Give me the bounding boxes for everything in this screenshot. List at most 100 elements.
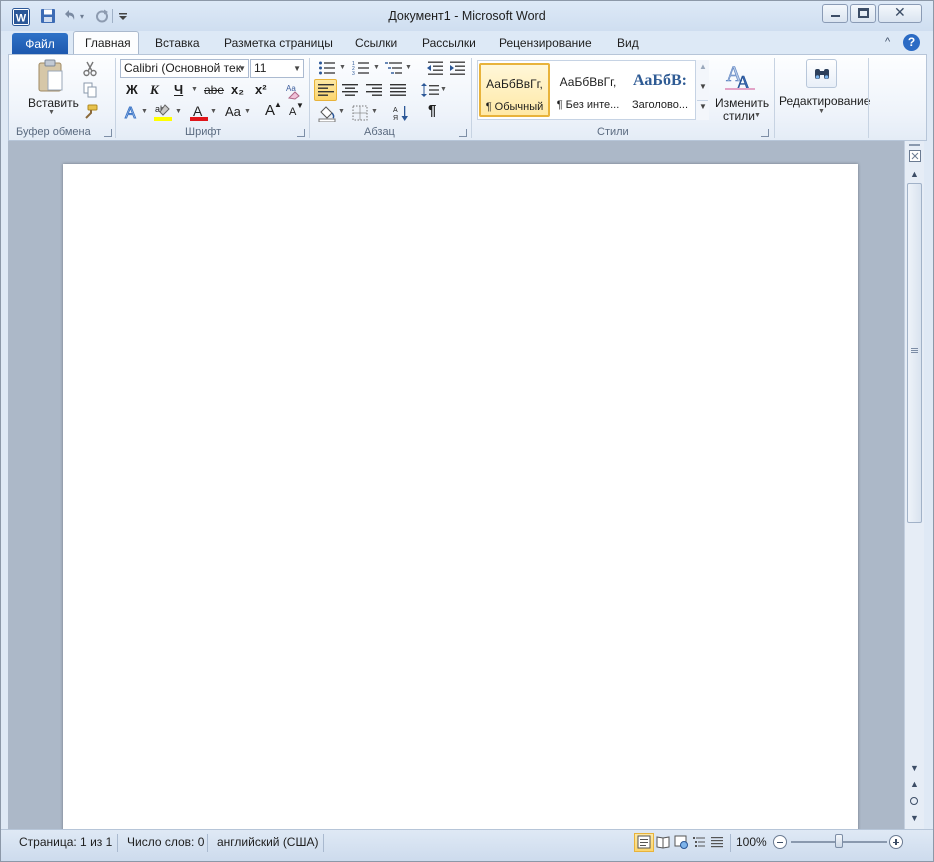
draft-view-icon[interactable] (710, 835, 724, 849)
styles-scroll-up-icon[interactable]: ▲ (699, 62, 707, 71)
minimize-button[interactable] (822, 4, 848, 23)
font-color-icon[interactable]: A (189, 102, 209, 122)
style-normal[interactable]: АаБбВвГг, ¶ Обычный (479, 63, 550, 117)
font-size-dropdown-icon[interactable]: ▼ (293, 60, 301, 77)
text-effects-icon[interactable]: A (123, 103, 141, 122)
superscript-button[interactable]: x² (255, 82, 267, 97)
style-heading-1[interactable]: АаБбВ: Заголово... (625, 63, 695, 117)
align-left-icon[interactable] (318, 83, 334, 97)
zoom-slider-thumb[interactable] (835, 834, 843, 848)
scroll-up-icon[interactable]: ▲ (910, 169, 919, 179)
editing-button[interactable]: Редактирование (779, 94, 870, 108)
borders-dropdown-icon[interactable]: ▼ (371, 108, 378, 115)
style-heading-1-sample: АаБбВ: (633, 72, 687, 89)
underline-button[interactable]: Ч (174, 82, 183, 97)
bullets-icon[interactable] (318, 60, 336, 76)
paste-dropdown-icon[interactable]: ▼ (48, 109, 55, 116)
justify-icon[interactable] (390, 83, 406, 97)
editing-button-frame[interactable] (806, 59, 837, 88)
paste-button[interactable]: Вставить (28, 96, 79, 110)
bold-button[interactable]: Ж (126, 82, 138, 97)
sort-icon[interactable]: АЯ (392, 104, 410, 122)
change-styles-icon[interactable]: AA (724, 59, 756, 91)
copy-icon[interactable] (82, 82, 98, 98)
split-handle[interactable] (909, 144, 920, 146)
tab-mailings[interactable]: Рассылки (422, 36, 476, 50)
minimize-ribbon-icon[interactable]: ^ (885, 36, 890, 48)
italic-button[interactable]: К (150, 82, 159, 98)
zoom-out-icon[interactable] (773, 835, 787, 849)
tab-insert[interactable]: Вставка (155, 36, 200, 50)
tab-home[interactable]: Главная (85, 36, 131, 50)
web-layout-view-icon[interactable] (674, 835, 688, 849)
style-no-spacing[interactable]: АаБбВвГг, ¶ Без инте... (553, 63, 623, 117)
borders-icon[interactable] (352, 105, 368, 121)
shading-dropdown-icon[interactable]: ▼ (338, 108, 345, 115)
font-color-dropdown-icon[interactable]: ▼ (210, 108, 217, 115)
styles-scroll-down-icon[interactable]: ▼ (699, 82, 707, 91)
subscript-button[interactable]: x₂ (231, 82, 244, 97)
close-button[interactable]: ✕ (878, 4, 922, 23)
align-right-icon[interactable] (366, 83, 382, 97)
change-case-button[interactable]: Aa (225, 104, 241, 119)
status-language[interactable]: английский (США) (217, 835, 318, 849)
font-name-combo[interactable]: Calibri (Основной тек ▼ (120, 59, 249, 78)
outline-view-icon[interactable] (692, 835, 706, 849)
status-words[interactable]: Число слов: 0 (127, 835, 204, 849)
highlight-dropdown-icon[interactable]: ▼ (175, 108, 182, 115)
font-size-combo[interactable]: 11 ▼ (250, 59, 304, 78)
svg-text:Я: Я (393, 115, 398, 122)
format-painter-icon[interactable] (82, 104, 98, 120)
increase-indent-icon[interactable] (449, 60, 467, 76)
scroll-down-icon[interactable]: ▼ (910, 763, 919, 773)
decrease-indent-icon[interactable] (426, 60, 444, 76)
numbering-icon[interactable]: 123 (352, 60, 370, 76)
tab-page-layout[interactable]: Разметка страницы (224, 36, 333, 50)
print-layout-view-icon[interactable] (637, 835, 651, 849)
bullets-dropdown-icon[interactable]: ▼ (339, 64, 346, 71)
multilevel-list-icon[interactable] (385, 60, 403, 76)
change-styles-dropdown-icon[interactable]: ▼ (754, 112, 761, 119)
change-styles-label-1[interactable]: Изменить (715, 96, 769, 110)
help-icon[interactable]: ? (903, 34, 920, 51)
vertical-scrollbar[interactable]: ▲ ▼ ▲ ▼ (904, 141, 924, 829)
styles-more-icon[interactable]: ▼ (697, 100, 708, 117)
highlight-icon[interactable]: ab (153, 102, 173, 122)
browse-object-icon[interactable] (910, 797, 918, 805)
scroll-thumb[interactable] (907, 183, 922, 523)
ruler-toggle-icon[interactable] (909, 150, 921, 162)
tab-review[interactable]: Рецензирование (499, 36, 592, 50)
previous-page-icon[interactable]: ▲ (910, 779, 919, 789)
font-name-dropdown-icon[interactable]: ▼ (238, 60, 246, 77)
cut-icon[interactable] (82, 61, 98, 77)
change-case-dropdown-icon[interactable]: ▼ (244, 108, 251, 115)
next-page-icon[interactable]: ▼ (910, 813, 919, 823)
zoom-in-icon[interactable] (889, 835, 903, 849)
align-center-icon[interactable] (342, 83, 358, 97)
line-spacing-icon[interactable] (421, 82, 439, 98)
strikethrough-button[interactable]: abe (204, 83, 224, 97)
document-page[interactable] (63, 164, 858, 829)
change-styles-label-2[interactable]: стили (723, 109, 755, 123)
status-page[interactable]: Страница: 1 из 1 (19, 835, 112, 849)
clipboard-launcher-icon[interactable] (104, 129, 112, 137)
styles-launcher-icon[interactable] (761, 129, 769, 137)
tab-file[interactable]: Файл (12, 33, 68, 55)
multilevel-list-dropdown-icon[interactable]: ▼ (405, 64, 412, 71)
tab-view[interactable]: Вид (617, 36, 639, 50)
shading-icon[interactable] (318, 104, 336, 122)
clear-formatting-icon[interactable]: Aa (283, 81, 303, 101)
numbering-dropdown-icon[interactable]: ▼ (373, 64, 380, 71)
line-spacing-dropdown-icon[interactable]: ▼ (440, 86, 447, 93)
underline-dropdown-icon[interactable]: ▼ (191, 86, 198, 93)
show-marks-button[interactable]: ¶ (428, 102, 436, 119)
text-effects-dropdown-icon[interactable]: ▼ (141, 108, 148, 115)
zoom-level[interactable]: 100% (736, 835, 767, 849)
paragraph-launcher-icon[interactable] (459, 129, 467, 137)
tab-references[interactable]: Ссылки (355, 36, 397, 50)
paste-icon[interactable] (35, 59, 65, 93)
maximize-button[interactable] (850, 4, 876, 23)
editing-dropdown-icon[interactable]: ▼ (818, 108, 825, 115)
font-launcher-icon[interactable] (297, 129, 305, 137)
full-screen-reading-icon[interactable] (656, 835, 670, 849)
